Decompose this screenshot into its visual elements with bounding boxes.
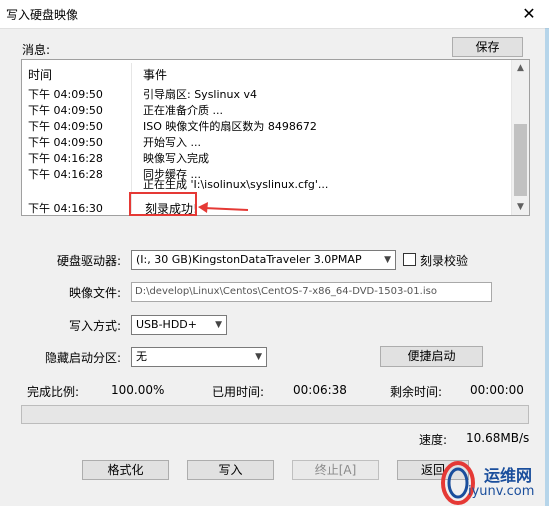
elapsed-label: 已用时间: (212, 385, 265, 399)
log-row[interactable]: 下午 04:16:30 刻录成功! (28, 200, 508, 215)
log-row[interactable]: 下午 04:09:50 开始写入 ... (28, 134, 508, 150)
scroll-thumb[interactable] (514, 124, 527, 196)
done-label: 完成比例: (27, 385, 80, 399)
column-time[interactable]: 时间 (28, 66, 52, 83)
stop-button[interactable]: 终止[A] (292, 460, 379, 480)
log-event: 正在准备介质 ... (143, 104, 223, 117)
log-time: 下午 04:09:50 (28, 104, 103, 117)
verify-label: 刻录校验 (420, 254, 469, 268)
format-button[interactable]: 格式化 (82, 460, 169, 480)
speed-value: 10.68MB/s (466, 431, 530, 445)
chevron-down-icon: ▼ (384, 255, 391, 265)
window-title: 写入硬盘映像 (6, 8, 79, 22)
log-row[interactable]: 下午 04:09:50 引导扇区: Syslinux v4 (28, 86, 508, 102)
progress-bar (21, 405, 529, 424)
chevron-down-icon: ▼ (255, 352, 262, 362)
log-header: 时间 事件 (28, 66, 508, 84)
title-bar: 写入硬盘映像 ✕ (0, 0, 549, 29)
log-event: 引导扇区: Syslinux v4 (143, 88, 257, 101)
hidden-partition-select[interactable]: 无 ▼ (131, 347, 267, 367)
log-time: 下午 04:16:30 (28, 202, 103, 215)
log-row[interactable]: 下午 04:09:50 ISO 映像文件的扇区数为 8498672 (28, 118, 508, 134)
drive-label: 硬盘驱动器: (57, 254, 122, 268)
log-row[interactable]: 下午 04:16:28 映像写入完成 (28, 150, 508, 166)
log-event: 正在生成 'I:\isolinux\syslinux.cfg'... (143, 178, 329, 191)
scroll-up-icon[interactable]: ▲ (512, 60, 529, 76)
window-edge (545, 28, 549, 506)
watermark-logo: 运维网 iyunv.com (432, 460, 549, 506)
message-label: 消息: (22, 43, 51, 57)
hidden-partition-value: 无 (136, 350, 147, 363)
drive-value: (I:, 30 GB)KingstonDataTraveler 3.0PMAP (136, 253, 362, 266)
log-time: 下午 04:09:50 (28, 120, 103, 133)
watermark-brand: 运维网 (484, 466, 533, 485)
verify-checkbox[interactable] (403, 253, 416, 266)
progress-fill (22, 406, 528, 423)
method-select[interactable]: USB-HDD+ ▼ (131, 315, 227, 335)
log-event: 映像写入完成 (143, 152, 209, 165)
image-label: 映像文件: (69, 286, 122, 300)
remaining-value: 00:00:00 (470, 383, 524, 397)
remaining-label: 剩余时间: (390, 385, 443, 399)
message-log[interactable]: 时间 事件 下午 04:09:50 引导扇区: Syslinux v4 下午 04… (21, 59, 530, 216)
quick-boot-button[interactable]: 便捷启动 (380, 346, 483, 367)
log-time: 下午 04:09:50 (28, 88, 103, 101)
log-row[interactable]: 下午 04:09:50 正在准备介质 ... (28, 102, 508, 118)
save-button[interactable]: 保存 (452, 37, 523, 57)
speed-label: 速度: (419, 433, 448, 447)
write-button[interactable]: 写入 (187, 460, 274, 480)
chevron-down-icon: ▼ (215, 320, 222, 330)
log-time: 下午 04:16:28 (28, 168, 103, 181)
log-scrollbar[interactable]: ▲ ▼ (511, 60, 529, 215)
log-time: 下午 04:09:50 (28, 136, 103, 149)
hidden-partition-label: 隐藏启动分区: (45, 351, 122, 365)
image-path-field[interactable]: D:\develop\Linux\Centos\CentOS-7-x86_64-… (131, 282, 492, 302)
elapsed-value: 00:06:38 (293, 383, 347, 397)
done-value: 100.00% (111, 383, 165, 397)
log-event: ISO 映像文件的扇区数为 8498672 (143, 120, 317, 133)
log-time: 下午 04:16:28 (28, 152, 103, 165)
log-event: 开始写入 ... (143, 136, 201, 149)
log-row[interactable]: 正在生成 'I:\isolinux\syslinux.cfg'... (28, 178, 508, 196)
drive-select[interactable]: (I:, 30 GB)KingstonDataTraveler 3.0PMAP … (131, 250, 396, 270)
watermark-url: iyunv.com (468, 484, 535, 499)
annotation-arrow-icon (198, 202, 249, 213)
scroll-down-icon[interactable]: ▼ (512, 199, 529, 215)
column-event[interactable]: 事件 (143, 66, 167, 83)
close-icon[interactable]: ✕ (517, 4, 541, 24)
method-label: 写入方式: (69, 319, 122, 333)
method-value: USB-HDD+ (136, 318, 197, 331)
watermark-ring-icon (441, 461, 475, 505)
success-highlight-box (129, 192, 197, 216)
